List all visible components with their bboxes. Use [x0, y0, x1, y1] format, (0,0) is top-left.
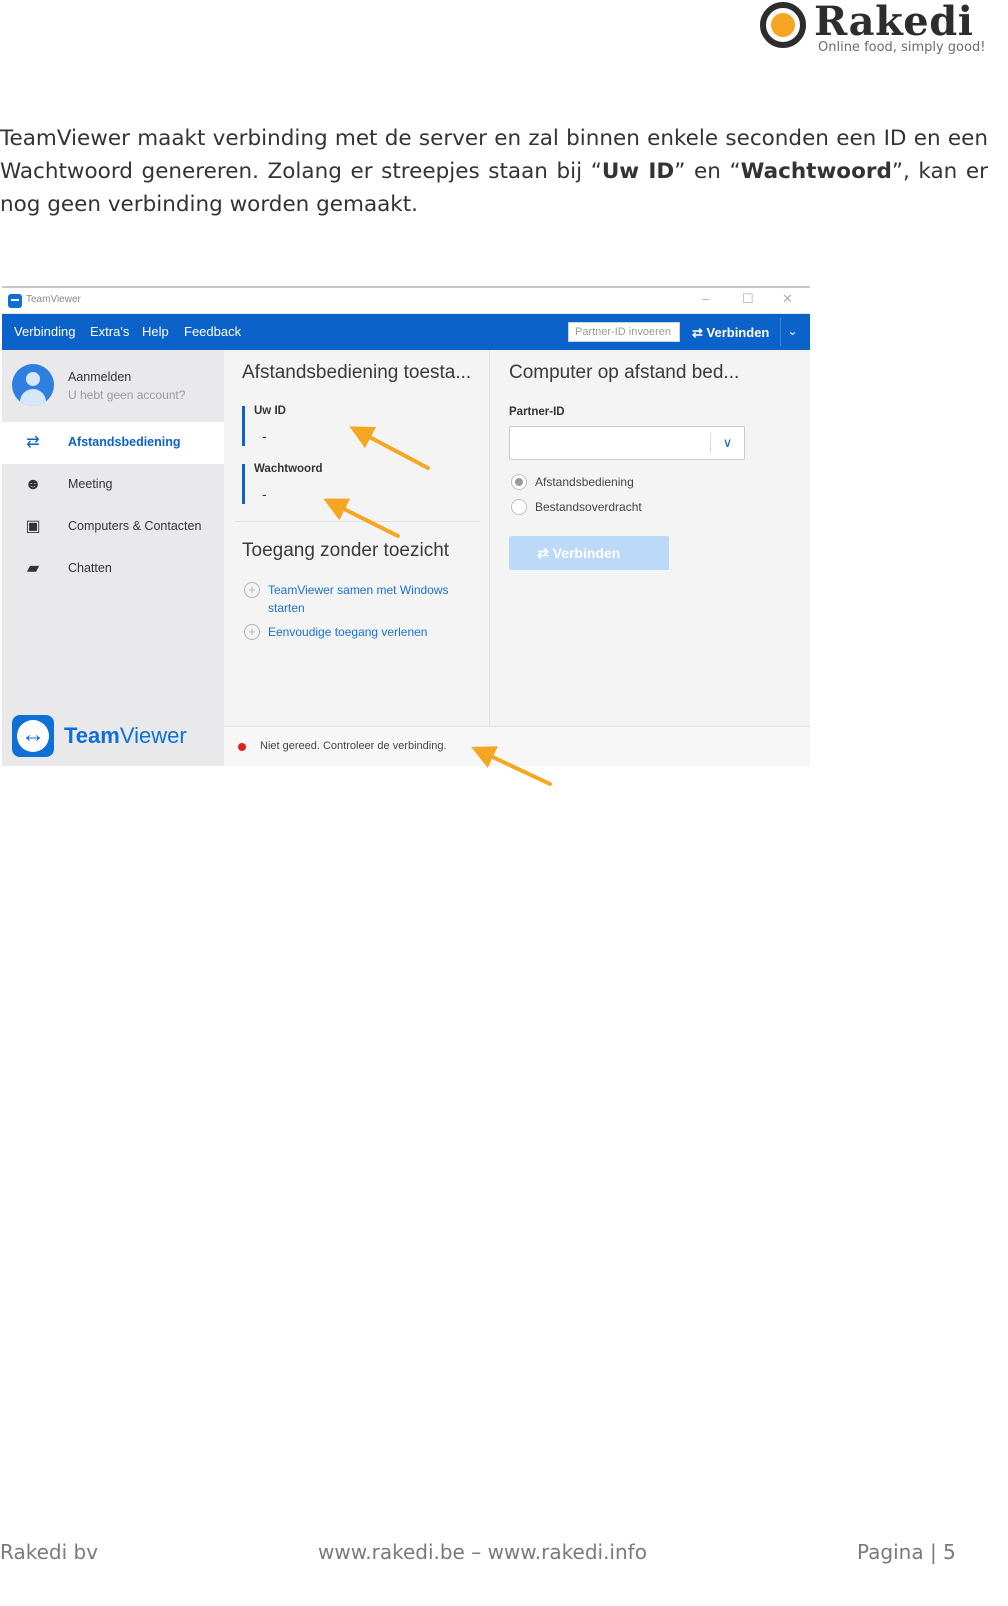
footer-websites[interactable]: www.rakedi.be – www.rakedi.info — [318, 1540, 647, 1564]
connect-top-label: Verbinden — [706, 325, 770, 340]
login-link[interactable]: Aanmelden — [68, 370, 131, 384]
id-accent-bar — [242, 406, 245, 446]
radio-remote-control-label: Afstandsbediening — [535, 475, 634, 489]
your-id-label: Uw ID — [254, 405, 286, 417]
sidebar-item-label: Computers & Contacten — [68, 519, 202, 533]
start-with-windows-link[interactable]: TeamViewer samen met Windows starten — [268, 581, 478, 617]
teamviewer-logo-icon — [12, 715, 54, 757]
arrows-icon: ⇄ — [26, 434, 40, 451]
intro-bold-wachtwoord: Wachtwoord — [740, 159, 892, 184]
status-text: Niet gereed. Controleer de verbinding. — [260, 740, 447, 752]
teamviewer-small-icon — [8, 294, 22, 308]
menu-verbinding[interactable]: Verbinding — [14, 324, 75, 339]
radio-file-transfer-label: Bestandsoverdracht — [535, 500, 642, 514]
sidebar-item-label: Chatten — [68, 561, 112, 575]
no-account-link[interactable]: U hebt geen account? — [68, 388, 185, 402]
intro-paragraph: TeamViewer maakt verbinding met de serve… — [0, 122, 988, 221]
panel-divider — [234, 521, 480, 522]
intro-bold-uw-id: Uw ID — [601, 159, 675, 184]
rakedi-tagline: Online food, simply good! — [818, 40, 986, 55]
window-title: TeamViewer — [26, 294, 81, 305]
teamviewer-window: TeamViewer – ☐ ✕ Verbinding Extra's Help… — [2, 286, 810, 766]
contacts-icon: ▣ — [25, 518, 41, 535]
connect-top-button[interactable]: ⇄ Verbinden — [682, 318, 780, 346]
sidebar-item-label: Meeting — [68, 477, 113, 491]
partner-id-label: Partner-ID — [509, 406, 565, 418]
sidebar-item-meeting[interactable]: ☻ Meeting — [2, 464, 224, 506]
menu-feedback[interactable]: Feedback — [184, 324, 241, 339]
footer-company: Rakedi bv — [0, 1540, 99, 1564]
teamviewer-logo-text: TeamViewer — [64, 723, 187, 749]
footer-page-number: Pagina | 5 — [857, 1540, 956, 1564]
easy-access-link[interactable]: Eenvoudige toegang verlenen — [268, 623, 427, 641]
logo-text-bold: Team — [64, 723, 120, 748]
sidebar-item-afstandsbediening[interactable]: ⇄ Afstandsbediening — [2, 422, 224, 464]
teamviewer-logo: TeamViewer — [12, 715, 212, 759]
partner-id-quick-input[interactable]: Partner-ID invoeren — [568, 322, 680, 342]
plus-icon[interactable]: + — [244, 582, 260, 598]
connect-button[interactable]: ⇄ Verbinden — [509, 536, 669, 570]
plus-icon[interactable]: + — [244, 624, 260, 640]
unattended-heading: Toegang zonder toezicht — [242, 540, 450, 561]
password-label: Wachtwoord — [254, 463, 323, 475]
radio-file-transfer[interactable] — [511, 499, 527, 515]
menu-extras[interactable]: Extra's — [90, 324, 129, 339]
status-bar: Niet gereed. Controleer de verbinding. — [224, 726, 810, 766]
allow-remote-panel: Afstandsbediening toesta... Uw ID - Wach… — [224, 350, 490, 726]
partner-id-input[interactable]: ∨ — [509, 426, 745, 460]
intro-text-2: ” en “ — [674, 159, 741, 184]
sidebar: Aanmelden U hebt geen account? ⇄ Afstand… — [2, 350, 224, 766]
rakedi-logo: Rakedi Online food, simply good! — [758, 0, 988, 60]
radio-remote-control[interactable] — [511, 474, 527, 490]
control-remote-panel: Computer op afstand bed... Partner-ID ∨ … — [491, 350, 810, 726]
connect-button-label: Verbinden — [552, 545, 621, 561]
close-icon[interactable]: ✕ — [782, 291, 793, 307]
menu-bar: Verbinding Extra's Help Feedback Partner… — [2, 314, 810, 350]
allow-remote-heading: Afstandsbediening toesta... — [242, 362, 472, 383]
sidebar-item-computers-contacten[interactable]: ▣ Computers & Contacten — [2, 506, 224, 548]
status-dot-icon — [238, 743, 246, 751]
arrows-icon: ⇄ — [537, 545, 553, 561]
sidebar-item-label: Afstandsbediening — [68, 435, 181, 449]
rakedi-logo-name: Rakedi — [814, 0, 974, 45]
window-titlebar: TeamViewer – ☐ ✕ — [2, 288, 810, 314]
password-value: - — [262, 486, 267, 502]
chevron-down-icon[interactable]: ⌄ — [780, 318, 804, 346]
menu-help[interactable]: Help — [142, 324, 169, 339]
meeting-icon: ☻ — [24, 476, 42, 493]
avatar[interactable] — [12, 364, 54, 406]
arrows-icon: ⇄ — [692, 325, 707, 340]
logo-text-rest: Viewer — [119, 723, 187, 748]
minimize-icon[interactable]: – — [702, 291, 709, 306]
sidebar-item-chatten[interactable]: ▰ Chatten — [2, 548, 224, 590]
password-accent-bar — [242, 464, 245, 504]
your-id-value: - — [262, 428, 267, 444]
maximize-icon[interactable]: ☐ — [742, 291, 754, 307]
annotation-arrows — [323, 426, 552, 786]
rakedi-logo-icon — [760, 2, 806, 48]
chevron-down-icon[interactable]: ∨ — [710, 433, 744, 453]
control-remote-heading: Computer op afstand bed... — [509, 362, 740, 383]
chat-icon: ▰ — [26, 560, 40, 577]
